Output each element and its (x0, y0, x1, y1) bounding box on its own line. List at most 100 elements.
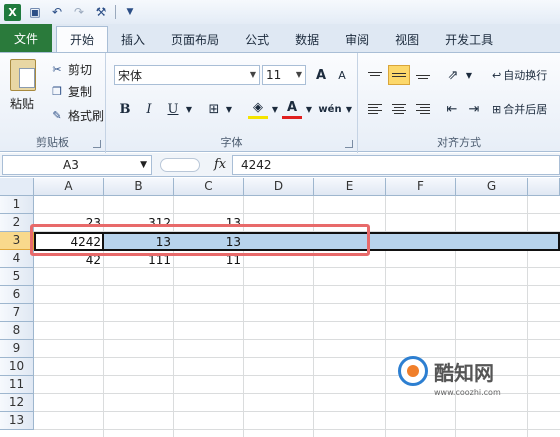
underline-button[interactable]: U (164, 99, 182, 119)
increase-indent-icon[interactable]: ⇥ (464, 99, 484, 119)
column-header-d[interactable]: D (244, 178, 314, 196)
orientation-icon[interactable]: ⇗ (442, 65, 464, 85)
align-middle-icon[interactable] (388, 65, 410, 85)
chevron-down-icon[interactable]: ▼ (344, 99, 354, 119)
excel-logo-icon[interactable]: X (4, 3, 21, 21)
grow-font-button[interactable]: A (312, 65, 330, 85)
clipboard-launcher-icon[interactable] (93, 140, 101, 148)
formula-bar-resize-handle[interactable] (160, 158, 200, 172)
tab-page-layout[interactable]: 页面布局 (158, 26, 232, 52)
alignment-group-label: 对齐方式 (437, 136, 481, 149)
customize-qat-icon[interactable]: ▼ (122, 4, 138, 20)
merge-label: 合并后居 (503, 103, 548, 116)
grid-line (34, 411, 560, 412)
column-header-c[interactable]: C (174, 178, 244, 196)
row-header-9[interactable]: 9 (0, 340, 34, 358)
row-header-6[interactable]: 6 (0, 286, 34, 304)
row-header-12[interactable]: 12 (0, 394, 34, 412)
chevron-down-icon[interactable]: ▼ (270, 99, 280, 119)
quick-access-toolbar: X ▣ ↶ ↷ ⚒ ▼ (0, 0, 560, 24)
font-launcher-icon[interactable] (345, 140, 353, 148)
align-center-icon[interactable] (388, 99, 410, 119)
column-header-h[interactable] (528, 178, 560, 196)
shrink-font-button[interactable]: A (334, 65, 350, 85)
name-box[interactable]: A3 ▼ (2, 155, 152, 175)
chevron-down-icon[interactable]: ▼ (464, 65, 474, 85)
paste-icon[interactable] (10, 59, 36, 91)
tab-formulas[interactable]: 公式 (232, 26, 282, 52)
formula-input[interactable]: 4242 (232, 155, 560, 175)
column-header-f[interactable]: F (386, 178, 456, 196)
font-name-value: 宋体 (118, 68, 143, 83)
redo-icon[interactable]: ↷ (71, 4, 87, 20)
font-color-icon[interactable]: A (282, 99, 302, 119)
grid-line (34, 429, 560, 430)
copy-button[interactable]: ❐ 复制 (50, 83, 92, 100)
row-header-10[interactable]: 10 (0, 358, 34, 376)
select-all-corner[interactable] (0, 178, 34, 196)
format-painter-button[interactable]: ✎ 格式刷 (50, 107, 104, 124)
decrease-indent-icon[interactable]: ⇤ (442, 99, 462, 119)
tab-review[interactable]: 审阅 (332, 26, 382, 52)
column-header-b[interactable]: B (104, 178, 174, 196)
tools-icon[interactable]: ⚒ (93, 4, 109, 20)
row-header-8[interactable]: 8 (0, 322, 34, 340)
formula-bar: A3 ▼ fx 4242 (0, 153, 560, 177)
font-group-label: 字体 (220, 136, 243, 149)
chevron-down-icon[interactable]: ▼ (224, 99, 234, 119)
row-header-11[interactable]: 11 (0, 376, 34, 394)
worksheet-grid: A B C D E F G 1 2 3 4 5 6 7 8 9 10 11 12… (0, 178, 560, 437)
row-header-2[interactable]: 2 (0, 214, 34, 232)
row-header-13[interactable]: 13 (0, 412, 34, 430)
insert-function-icon[interactable]: fx (214, 157, 226, 172)
align-right-icon[interactable] (412, 99, 434, 119)
column-header-g[interactable]: G (456, 178, 528, 196)
row-header-4[interactable]: 4 (0, 250, 34, 268)
font-size-value: 11 (266, 68, 282, 82)
font-group: 宋体 ▼ 11 ▼ A A B I U ▼ ⊞ ▼ ◈ ▼ A ▼ wén ▼ … (106, 53, 358, 153)
borders-icon[interactable]: ⊞ (204, 99, 224, 119)
row-header-7[interactable]: 7 (0, 304, 34, 322)
grid-line (34, 339, 560, 340)
tab-developer[interactable]: 开发工具 (432, 26, 506, 52)
fill-color-icon[interactable]: ◈ (248, 99, 268, 119)
phonetic-guide-icon[interactable]: wén (318, 99, 342, 119)
wrap-text-button[interactable]: ↩ 自动换行 (492, 65, 560, 85)
undo-icon[interactable]: ↶ (49, 4, 65, 20)
font-size-select[interactable]: 11 ▼ (262, 65, 306, 85)
align-bottom-icon[interactable] (412, 65, 434, 85)
tab-data[interactable]: 数据 (282, 26, 332, 52)
chevron-down-icon[interactable]: ▼ (304, 99, 314, 119)
merge-icon: ⊞ (492, 102, 502, 116)
grid-line (34, 303, 560, 304)
name-box-value: A3 (63, 158, 79, 172)
italic-button[interactable]: I (140, 99, 158, 119)
watermark-url: www.coozhi.com (434, 388, 501, 397)
coozhi-logo-icon (398, 356, 428, 386)
font-name-select[interactable]: 宋体 ▼ (114, 65, 260, 85)
align-top-icon[interactable] (364, 65, 386, 85)
alignment-group: ⇗ ▼ ↩ 自动换行 ⇤ ⇥ ⊞ 合并后居 对齐方式 (358, 53, 560, 153)
grid-line (34, 321, 560, 322)
chevron-down-icon[interactable]: ▼ (140, 156, 147, 174)
row-header-3[interactable]: 3 (0, 232, 34, 250)
tab-insert[interactable]: 插入 (108, 26, 158, 52)
scissors-icon: ✂ (52, 63, 62, 76)
merge-center-button[interactable]: ⊞ 合并后居 (492, 99, 560, 119)
tab-file[interactable]: 文件 (0, 24, 53, 52)
watermark: 酷知网 (398, 356, 494, 386)
row-header-5[interactable]: 5 (0, 268, 34, 286)
tab-view[interactable]: 视图 (382, 26, 432, 52)
align-left-icon[interactable] (364, 99, 386, 119)
highlight-annotation-box (30, 224, 370, 256)
chevron-down-icon[interactable]: ▼ (184, 99, 194, 119)
column-header-e[interactable]: E (314, 178, 386, 196)
tab-home[interactable]: 开始 (56, 26, 109, 52)
save-icon[interactable]: ▣ (27, 4, 43, 20)
bold-button[interactable]: B (116, 99, 134, 119)
paste-button[interactable]: 粘贴 (10, 95, 34, 112)
row-header-1[interactable]: 1 (0, 196, 34, 214)
column-header-a[interactable]: A (34, 178, 104, 196)
cut-button[interactable]: ✂ 剪切 (50, 61, 92, 78)
clipboard-group: 粘贴 ✂ 剪切 ❐ 复制 ✎ 格式刷 剪贴板 (0, 53, 106, 153)
